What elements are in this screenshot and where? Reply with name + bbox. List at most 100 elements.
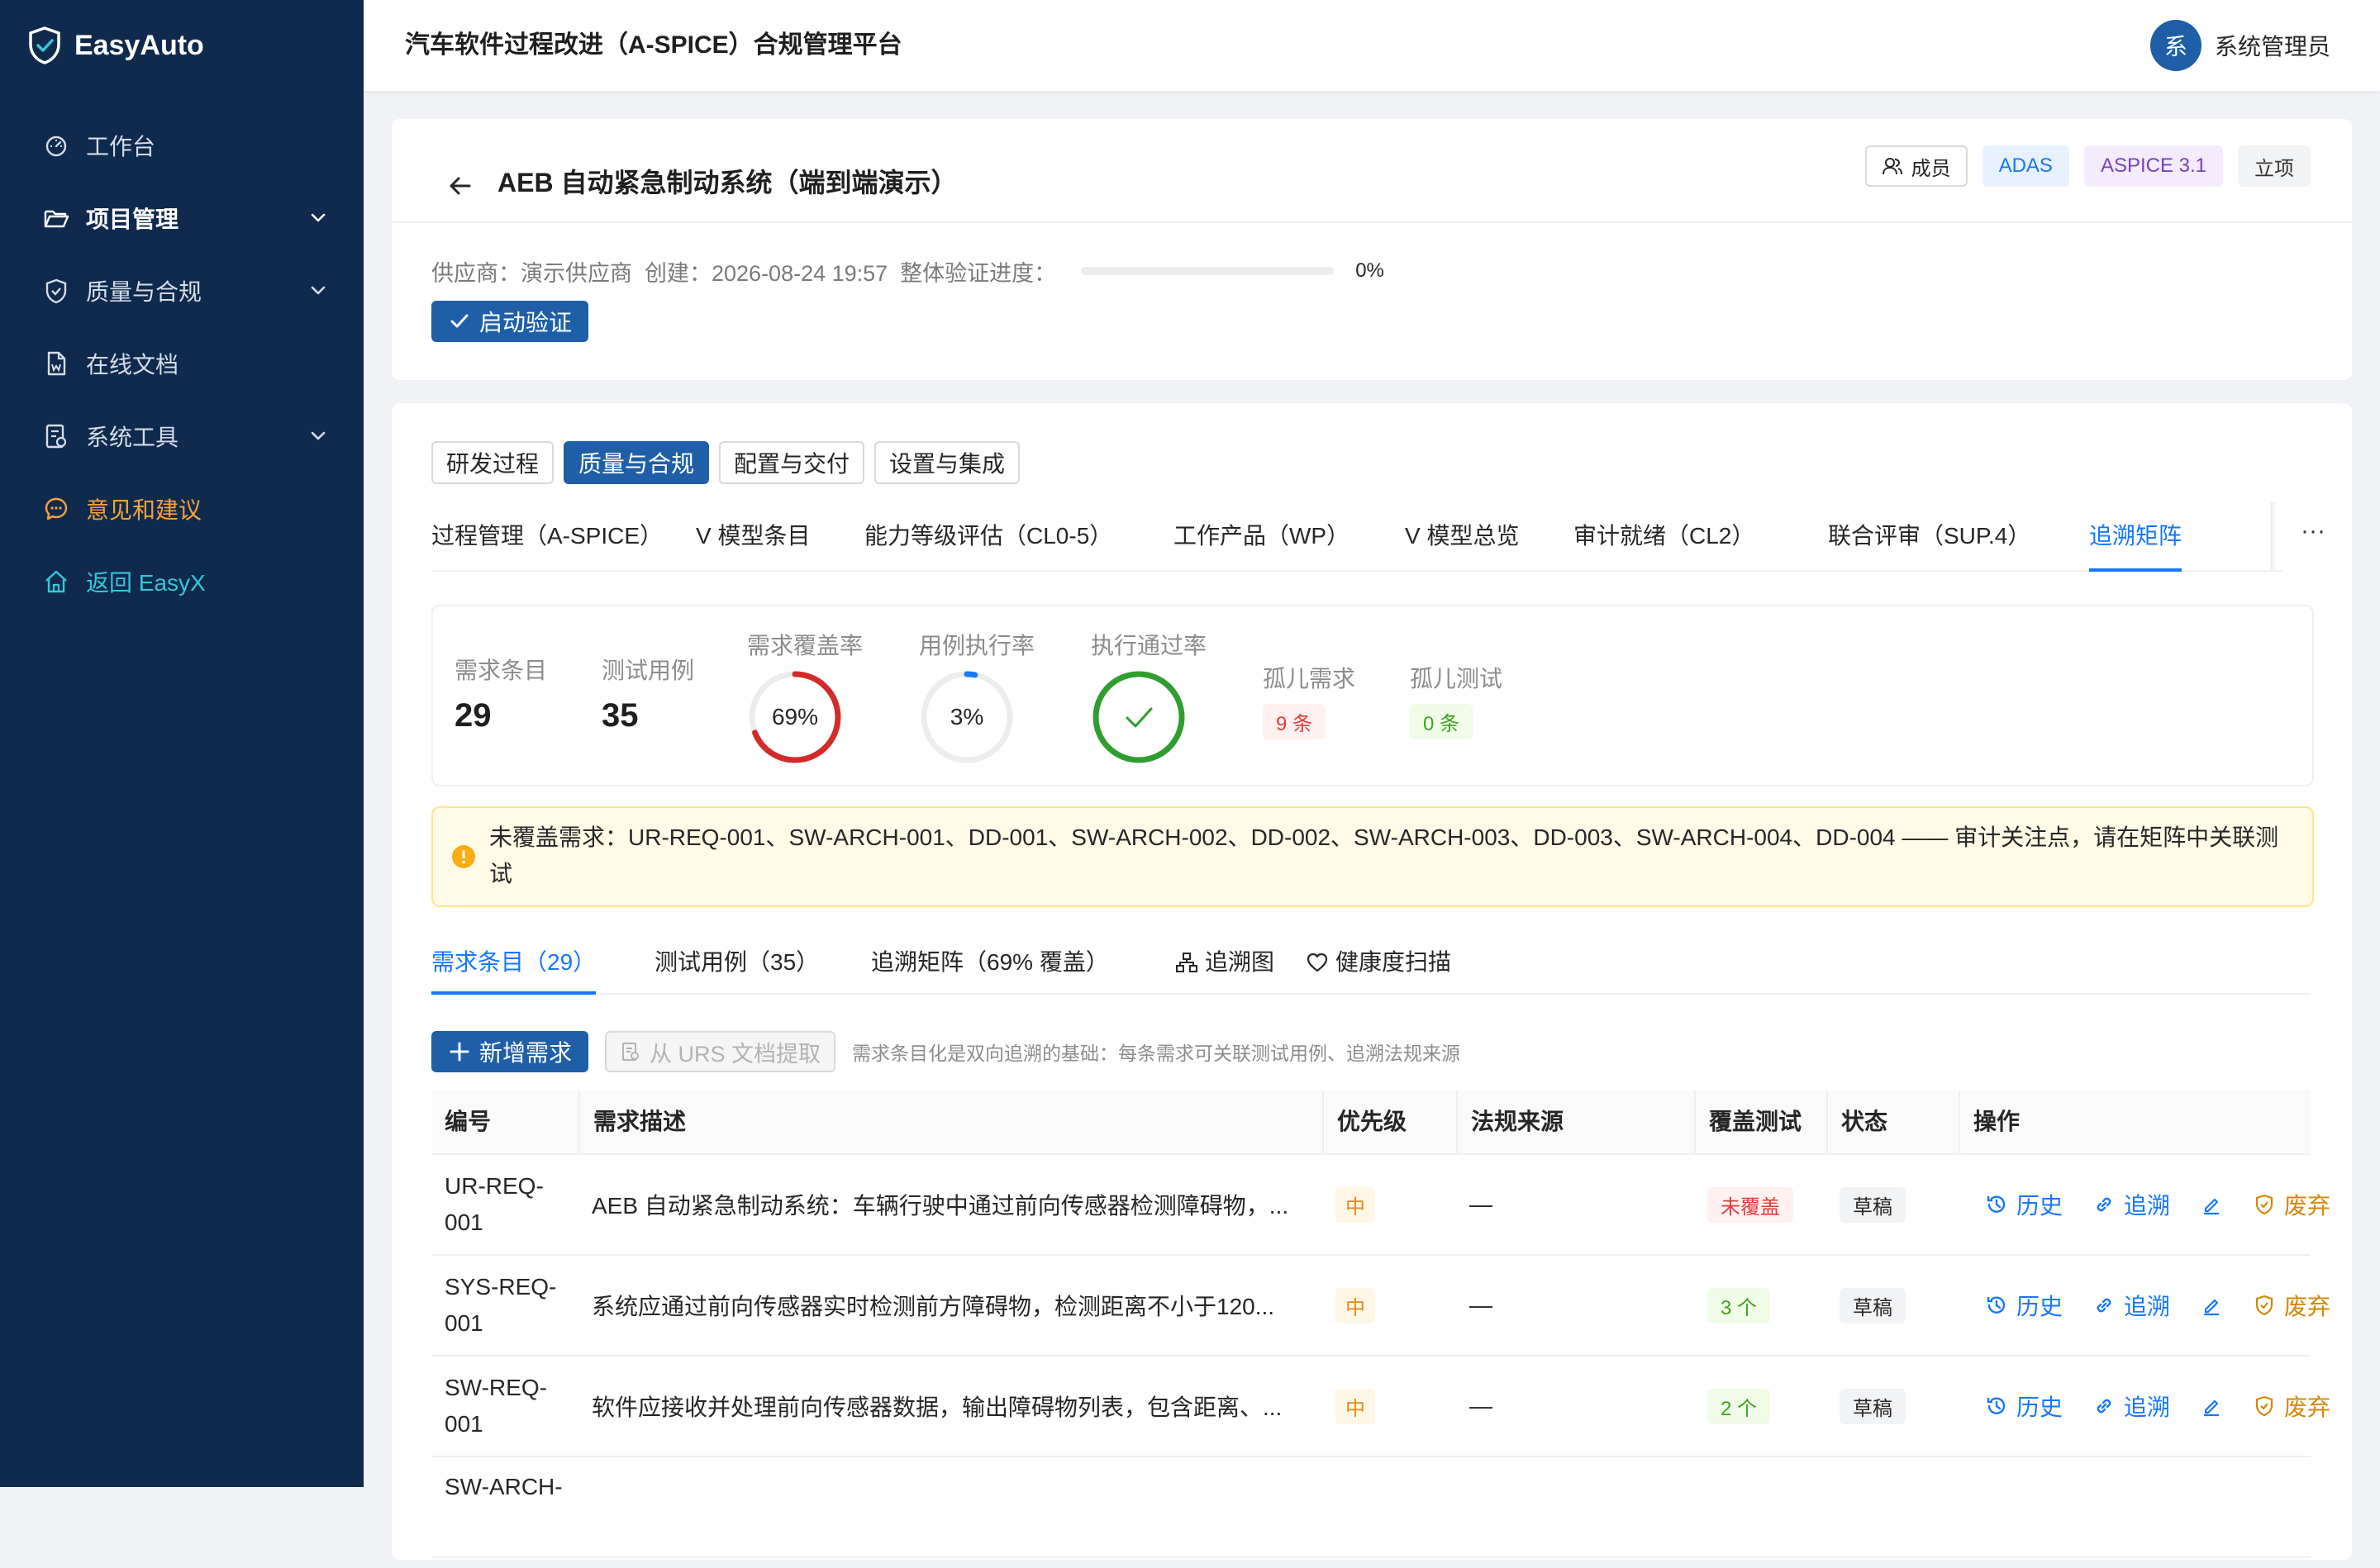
tab-label: 健康度扫描 [1335,949,1452,975]
history-link[interactable]: 历史 [1985,1289,2063,1322]
actions-cell: 历史 追溯 废弃 [1985,1256,2330,1355]
coverage-badge: 未覆盖 [1707,1186,1793,1223]
edit-button[interactable] [2200,1395,2223,1418]
table-row[interactable]: SW-REQ-001 软件应接收并处理前向传感器数据，输出障碍物列表，包含距离、… [431,1357,2330,1457]
history-link[interactable]: 历史 [1985,1390,2063,1423]
execution-ring-chart: 3% [921,671,1013,763]
group-tab-development[interactable]: 研发过程 [431,441,555,484]
users-icon [1882,158,1902,175]
table-row[interactable]: UR-REQ-001 AEB 自动紧急制动系统：车辆行驶中通过前向传感器检测障碍… [431,1155,2330,1256]
coverage-badge: 2 个 [1707,1388,1771,1424]
sidebar-item-projects[interactable]: 项目管理 [0,182,364,254]
chat-icon [45,497,68,520]
group-tab-settings[interactable]: 设置与集成 [874,441,1021,484]
actions-cell: 历史 追溯 废弃 [1985,1357,2330,1456]
tab-trace-matrix[interactable]: 追溯矩阵 [2089,502,2182,572]
trace-link[interactable]: 追溯 [2092,1188,2170,1221]
trace-link[interactable]: 追溯 [2092,1390,2170,1423]
stat-label: 孤儿需求 [1263,666,1356,691]
status-cell: 草稿 [1840,1155,1906,1254]
history-label: 历史 [2016,1395,2063,1420]
shield-check-icon [2255,1395,2273,1417]
tab-audit-readiness[interactable]: 审计就绪（CL2） [1573,502,1754,570]
col-code: 编号 [445,1109,492,1134]
stat-label: 测试用例 [602,658,695,683]
col-actions: 操作 [1959,1090,2020,1153]
back-arrow-icon[interactable] [440,165,481,207]
user-menu[interactable]: 系 系统管理员 [2149,20,2330,71]
regulation-source: — [1469,1191,1492,1217]
sidebar-item-tools[interactable]: 系统工具 [0,400,364,473]
tab-work-products[interactable]: 工作产品（WP） [1173,502,1349,570]
group-tab-quality[interactable]: 质量与合规 [564,441,710,484]
row-actions: 历史 追溯 废弃 [1985,1289,2330,1322]
actions-cell: 历史 追溯 废弃 [1985,1155,2330,1254]
tab-health-scan[interactable]: 健康度扫描 [1306,932,1451,993]
priority-badge: 中 [1335,1287,1375,1323]
tab-capability-assessment[interactable]: 能力等级评估（CL0-5） [864,502,1112,570]
status-badge: 草稿 [1840,1186,1906,1223]
regulation-source: — [1469,1292,1492,1318]
history-label: 历史 [2016,1294,2063,1319]
priority-cell: 中 [1335,1256,1375,1355]
brand[interactable]: EasyAuto [28,23,204,68]
chevron-down-icon [311,431,326,440]
edit-button[interactable] [2200,1193,2223,1216]
table-row[interactable]: SW-ARCH- [431,1457,2311,1558]
execution-ring-text: 3% [950,704,983,729]
more-tabs-button[interactable]: ··· [2301,502,2325,570]
user-name: 系统管理员 [2214,34,2330,59]
col-coverage: 覆盖测试 [1694,1090,1802,1153]
extract-from-urs-button[interactable]: 从 URS 文档提取 [605,1031,836,1072]
verification-progress-bar [1081,267,1335,275]
discard-link[interactable]: 废弃 [2253,1188,2330,1221]
members-button[interactable]: 成员 [1864,145,1968,187]
plus-icon [450,1042,469,1062]
tab-requirements[interactable]: 需求条目（29） [431,932,597,995]
sidebar-item-back-easyx[interactable]: 返回 EasyX [0,545,364,618]
add-requirement-button[interactable]: 新增需求 [431,1031,589,1072]
tab-v-model-overview[interactable]: V 模型总览 [1405,502,1519,570]
tab-label: 追溯图 [1205,949,1275,975]
edit-button[interactable] [2200,1294,2223,1317]
sidebar-item-label: 系统工具 [86,425,179,450]
priority-badge: 中 [1335,1388,1375,1424]
progress-label: 0% [1355,259,1384,282]
trace-link[interactable]: 追溯 [2092,1289,2170,1322]
sidebar-item-docs[interactable]: 在线文档 [0,327,364,400]
tab-joint-review[interactable]: 联合评审（SUP.4） [1828,502,2030,570]
tab-trace-matrix-coverage[interactable]: 追溯矩阵（69% 覆盖） [871,932,1109,993]
shield-check-icon [2255,1194,2273,1215]
stat-value: 29 [455,697,492,734]
requirements-toolbar: 新增需求 从 URS 文档提取 需求条目化是双向追溯的基础：每条需求可关联测试用… [431,1031,1460,1072]
discard-label: 废弃 [2284,1294,2331,1319]
sidebar-item-label: 返回 EasyX [86,570,206,596]
sidebar-item-quality[interactable]: 质量与合规 [0,254,364,327]
toolbar-hint: 需求条目化是双向追溯的基础：每条需求可关联测试用例、追溯法规来源 [852,1043,1461,1064]
col-description: 需求描述 [578,1090,686,1153]
sidebar-item-feedback[interactable]: 意见和建议 [0,473,364,545]
stat-requirements: 需求条目 29 [455,653,547,734]
edit-icon [2204,1399,2220,1417]
group-tab-config[interactable]: 配置与交付 [719,441,865,484]
group-tabs: 研发过程 质量与合规 配置与交付 设置与集成 [431,441,1021,484]
table-row[interactable]: SYS-REQ-001 系统应通过前向传感器实时检测前方障碍物，检测距离不小于1… [431,1256,2330,1357]
tab-process-management[interactable]: 过程管理（A-SPICE） [431,502,663,570]
col-status: 状态 [1826,1090,1887,1153]
heart-icon [1307,953,1328,972]
tab-v-model-items[interactable]: V 模型条目 [696,502,810,570]
sidebar-item-workbench[interactable]: 工作台 [0,109,364,182]
shield-check-icon [2255,1295,2273,1316]
chevron-down-icon [311,213,326,222]
project-meta: 供应商：演示供应商 创建：2026-08-24 19:57 整体验证进度： 0% [431,254,1384,287]
coverage-cell: 未覆盖 [1707,1155,1793,1254]
tab-trace-graph[interactable]: 追溯图 [1175,932,1274,993]
discard-link[interactable]: 废弃 [2253,1289,2330,1322]
tab-test-cases[interactable]: 测试用例（35） [654,932,819,993]
tabs-overflow-shadow [2271,502,2276,570]
discard-link[interactable]: 废弃 [2253,1390,2330,1423]
history-link[interactable]: 历史 [1985,1188,2063,1221]
divider [392,221,2352,223]
start-verification-button[interactable]: 启动验证 [431,301,589,342]
regulation-source: — [1469,1393,1492,1418]
